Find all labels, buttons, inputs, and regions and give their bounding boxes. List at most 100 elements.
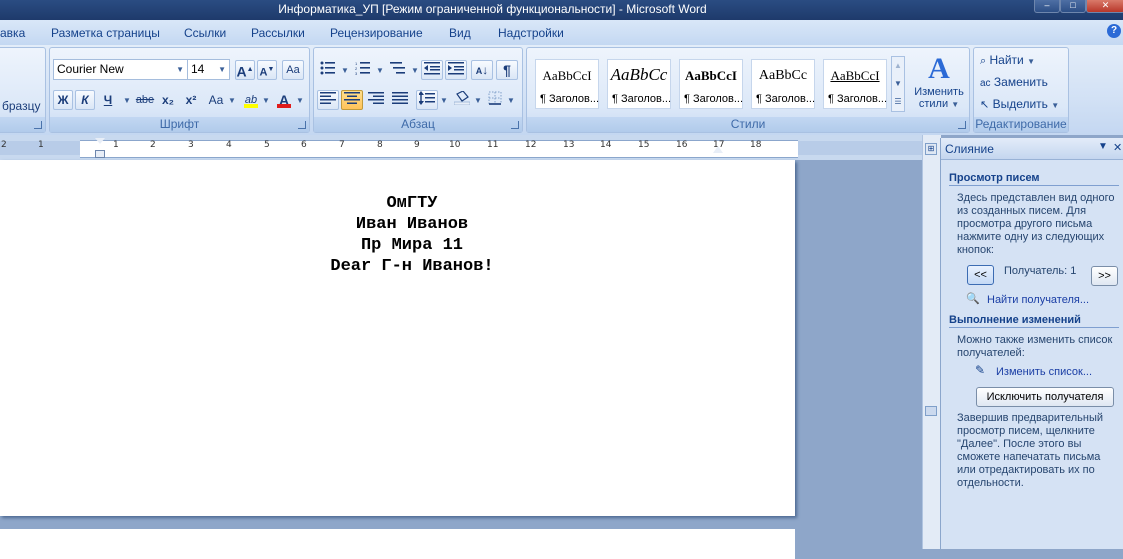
ruler-toggle-icon[interactable]: ⊞ <box>925 143 937 155</box>
tab-view[interactable]: Вид <box>449 26 471 40</box>
chevron-down-icon[interactable]: ▼ <box>1051 101 1059 110</box>
font-name-combobox[interactable]: Courier New ▼ <box>53 59 188 80</box>
tab-references[interactable]: Ссылки <box>184 26 226 40</box>
chevron-down-icon[interactable]: ▼ <box>474 96 482 105</box>
numbering-icon[interactable]: 123 <box>352 60 374 80</box>
show-marks-icon[interactable]: ¶ <box>496 60 518 80</box>
highlight-button[interactable]: ab <box>241 90 261 110</box>
close-button[interactable]: ✕ <box>1086 0 1123 13</box>
tab-addins[interactable]: Надстройки <box>498 26 564 40</box>
justify-icon[interactable] <box>389 90 411 110</box>
multilevel-list-icon[interactable] <box>387 60 409 80</box>
style-item[interactable]: AaBbCcI ¶ Заголов... <box>679 59 743 109</box>
align-left-icon[interactable] <box>317 90 339 110</box>
ruler-tick: 9 <box>414 140 420 150</box>
title-bar: Информатика_УП [Режим ограниченной функц… <box>0 0 1123 20</box>
tab-insert[interactable]: авка <box>0 26 25 40</box>
style-item[interactable]: AaBbCcI ¶ Заголов... <box>823 59 887 109</box>
replace-button[interactable]: ac Заменить <box>980 75 1068 92</box>
document-page-next[interactable] <box>0 529 795 559</box>
right-indent-marker[interactable] <box>713 146 723 153</box>
format-painter-button[interactable]: бразцу <box>1 96 45 116</box>
horizontal-ruler[interactable]: 2 1 1 2 3 4 5 6 7 8 9 10 11 12 13 14 15 … <box>0 135 922 160</box>
document-line[interactable]: Иван Иванов <box>0 215 824 234</box>
chevron-down-icon[interactable]: ▼ <box>123 96 131 105</box>
find-recipient-link[interactable]: Найти получателя... <box>987 294 1089 306</box>
find-button[interactable]: ⌕ Найти ▼ <box>980 53 1068 70</box>
change-styles-button[interactable]: A Изменить стили ▼ <box>910 52 968 116</box>
grow-font-button[interactable]: A▲ <box>235 60 255 80</box>
align-right-icon[interactable] <box>365 90 387 110</box>
strikethrough-button[interactable]: abe <box>134 90 156 110</box>
pane-menu-icon[interactable]: ▼ <box>1098 141 1108 152</box>
help-icon[interactable]: ? <box>1107 24 1121 38</box>
vertical-scrollbar[interactable]: ⊞ <box>922 135 941 549</box>
shading-icon[interactable] <box>451 90 473 110</box>
increase-indent-icon[interactable] <box>445 60 467 80</box>
shrink-font-button[interactable]: A▼ <box>257 60 277 80</box>
select-button[interactable]: ↖ Выделить ▼ <box>980 97 1068 114</box>
italic-button[interactable]: К <box>75 90 95 110</box>
style-item[interactable]: AaBbCcI ¶ Заголов... <box>535 59 599 109</box>
chevron-up-icon[interactable]: ▲ <box>892 57 904 75</box>
subscript-button[interactable]: x₂ <box>158 90 178 110</box>
bold-button[interactable]: Ж <box>53 90 73 110</box>
next-recipient-button[interactable]: >> <box>1091 266 1118 286</box>
chevron-down-icon[interactable]: ▼ <box>341 66 349 75</box>
line-spacing-icon[interactable] <box>416 90 438 110</box>
close-icon[interactable]: ✕ <box>1113 141 1122 154</box>
chevron-down-icon[interactable]: ▼ <box>892 75 904 93</box>
tab-mailings[interactable]: Рассылки <box>251 26 305 40</box>
underline-button[interactable]: Ч <box>98 90 118 110</box>
chevron-down-icon[interactable]: ▼ <box>507 96 515 105</box>
style-item[interactable]: AaBbCc ¶ Заголов... <box>607 59 671 109</box>
chevron-down-icon[interactable]: ▼ <box>411 66 419 75</box>
chevron-down-icon[interactable]: ▼ <box>228 96 236 105</box>
minimize-button[interactable]: – <box>1034 0 1060 13</box>
font-color-button[interactable]: A <box>274 90 294 110</box>
document-line[interactable]: ОмГТУ <box>0 194 824 213</box>
font-size-value: 14 <box>191 62 205 76</box>
tab-page-layout[interactable]: Разметка страницы <box>51 26 160 40</box>
document-line[interactable]: Dear Г-н Иванов! <box>0 257 824 276</box>
scroll-thumb[interactable] <box>925 406 937 416</box>
replace-label: Заменить <box>993 75 1048 89</box>
previous-recipient-button[interactable]: << <box>967 265 994 285</box>
align-center-icon[interactable] <box>341 90 363 110</box>
bullets-icon[interactable] <box>317 60 339 80</box>
more-styles-icon[interactable]: ☰ <box>892 93 904 111</box>
ruler-tick: 5 <box>264 140 270 150</box>
change-case-button[interactable]: Aa <box>205 90 227 110</box>
chevron-down-icon[interactable]: ▼ <box>440 96 448 105</box>
first-line-indent-marker[interactable] <box>95 138 105 144</box>
chevron-down-icon[interactable]: ▼ <box>296 96 304 105</box>
ruler-tick: 18 <box>750 140 762 150</box>
superscript-button[interactable]: x² <box>181 90 201 110</box>
font-launcher-icon[interactable] <box>298 121 306 129</box>
exclude-recipient-button[interactable]: Исключить получателя <box>976 387 1114 407</box>
document-line[interactable]: Пр Мира 11 <box>0 236 824 255</box>
styles-gallery-scroll[interactable]: ▲ ▼ ☰ <box>891 56 905 112</box>
sort-icon[interactable]: A↓ <box>471 60 493 80</box>
decrease-indent-icon[interactable] <box>421 60 443 80</box>
clipboard-launcher-icon[interactable] <box>34 121 42 129</box>
recipient-counter: Получатель: 1 <box>1004 265 1077 277</box>
maximize-button[interactable]: □ <box>1060 0 1086 13</box>
document-page[interactable]: ОмГТУ Иван Иванов Пр Мира 11 Dear Г-н Ив… <box>0 160 795 516</box>
font-size-combobox[interactable]: 14 ▼ <box>187 59 230 80</box>
tab-review[interactable]: Рецензирование <box>330 26 423 40</box>
chevron-down-icon[interactable]: ▼ <box>262 96 270 105</box>
borders-icon[interactable] <box>484 90 506 110</box>
clear-formatting-icon[interactable]: Aa <box>282 60 304 80</box>
editing-group-label: Редактирование <box>974 117 1068 132</box>
chevron-down-icon[interactable]: ▼ <box>376 66 384 75</box>
paragraph-launcher-icon[interactable] <box>511 121 519 129</box>
style-item[interactable]: AaBbCc ¶ Заголов... <box>751 59 815 109</box>
styles-launcher-icon[interactable] <box>958 121 966 129</box>
chevron-down-icon[interactable]: ▼ <box>218 60 226 79</box>
left-indent-marker[interactable] <box>95 150 105 158</box>
edit-recipient-list-link[interactable]: Изменить список... <box>996 366 1092 378</box>
chevron-down-icon[interactable]: ▼ <box>176 60 184 79</box>
change-styles-letter: A <box>928 52 950 85</box>
chevron-down-icon[interactable]: ▼ <box>1027 57 1035 66</box>
